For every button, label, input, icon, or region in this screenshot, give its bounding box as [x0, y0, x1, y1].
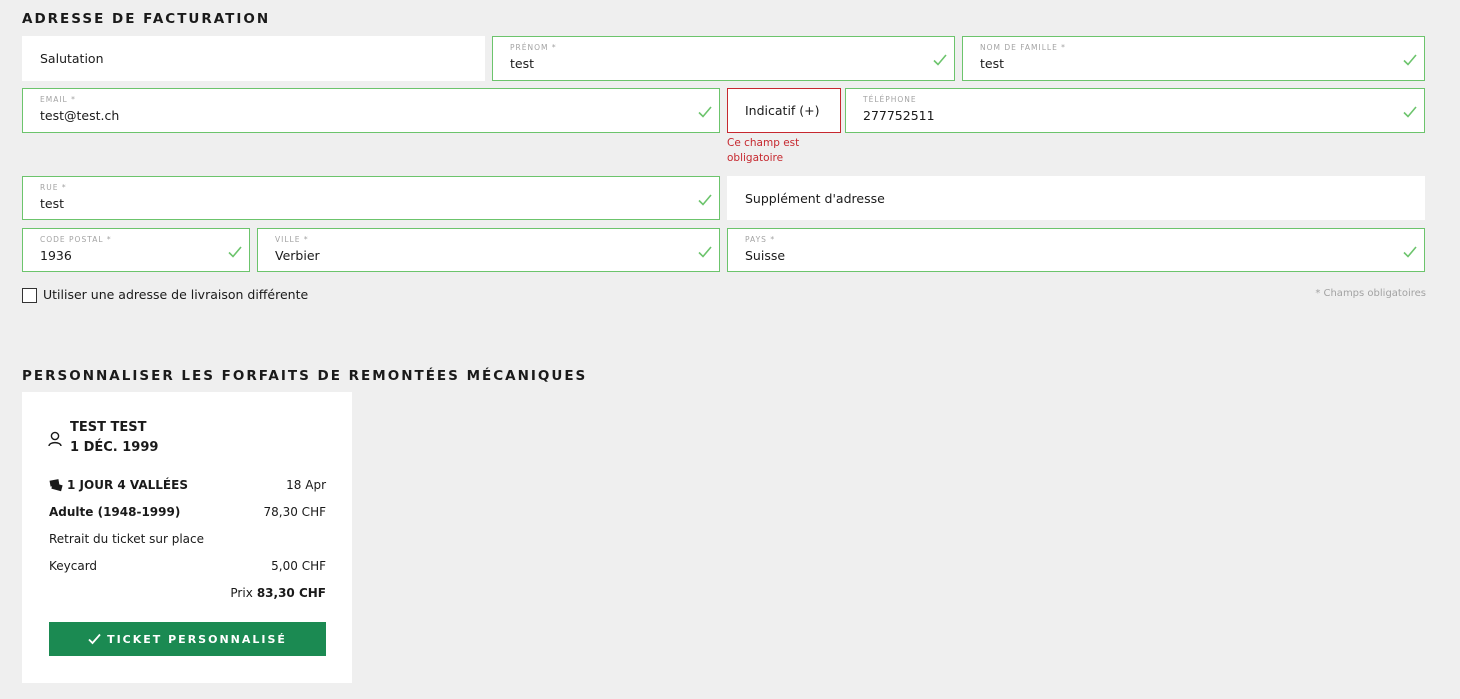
phone-label: TÉLÉPHONE [863, 95, 917, 104]
check-icon [1403, 106, 1417, 118]
dial-code-error: Ce champ est obligatoire [727, 137, 800, 164]
postal-code-field[interactable]: CODE POSTAL * 1936 [22, 228, 250, 272]
country-label: PAYS * [745, 235, 776, 244]
different-delivery-checkbox[interactable] [22, 288, 37, 303]
category-label: Adulte (1948-1999) [49, 505, 181, 519]
last-name-value: test [980, 56, 1005, 71]
check-icon [933, 54, 947, 66]
category-row: Adulte (1948-1999) 78,30 CHF [49, 505, 326, 519]
city-label: VILLE * [275, 235, 309, 244]
check-icon [698, 194, 712, 206]
salutation-placeholder: Salutation [40, 51, 104, 66]
required-fields-note: * Champs obligatoires [1315, 288, 1426, 299]
keycard-row: Keycard 5,00 CHF [49, 559, 326, 573]
street-value: test [40, 196, 65, 211]
passes-title: PERSONNALISER LES FORFAITS DE REMONTÉES … [22, 368, 588, 384]
keycard-label: Keycard [49, 559, 98, 573]
check-icon [698, 106, 712, 118]
first-name-label: PRÉNOM * [510, 43, 557, 52]
dial-code-select[interactable]: Indicatif (+) [727, 88, 841, 133]
street-field[interactable]: RUE * test [22, 176, 720, 220]
total-row: Prix 83,30 CHF [49, 586, 326, 600]
category-price: 78,30 CHF [263, 505, 326, 519]
city-value: Verbier [275, 248, 320, 263]
user-icon [48, 431, 62, 447]
first-name-field[interactable]: PRÉNOM * test [492, 36, 955, 81]
email-field[interactable]: EMAIL * test@test.ch [22, 88, 720, 133]
personalized-ticket-button[interactable]: TICKET PERSONNALISÉ [49, 622, 326, 656]
email-value: test@test.ch [40, 108, 120, 123]
product-name: 1 JOUR 4 VALLÉES [67, 478, 188, 492]
phone-field[interactable]: TÉLÉPHONE 277752511 [845, 88, 1425, 133]
postal-code-value: 1936 [40, 248, 72, 263]
birth-date: 1 DÉC. 1999 [70, 440, 159, 455]
total-value: 83,30 CHF [256, 586, 326, 600]
country-value: Suisse [745, 248, 786, 263]
first-name-value: test [510, 56, 535, 71]
product-date: 18 Apr [286, 478, 326, 492]
product-row: 1 JOUR 4 VALLÉES 18 Apr [49, 478, 326, 492]
total-label: Prix [230, 586, 253, 600]
dial-code-placeholder: Indicatif (+) [745, 103, 820, 118]
phone-value: 277752511 [863, 108, 935, 123]
person-name: TEST TEST [70, 420, 147, 435]
last-name-label: NOM DE FAMILLE * [980, 43, 1066, 52]
billing-title: ADRESSE DE FACTURATION [22, 11, 271, 27]
different-delivery-label[interactable]: Utiliser une adresse de livraison différ… [43, 287, 308, 302]
address-supplement-placeholder: Supplément d'adresse [745, 190, 885, 206]
check-icon [1403, 246, 1417, 258]
email-label: EMAIL * [40, 95, 76, 104]
pass-card: TEST TEST 1 DÉC. 1999 1 JOUR 4 VALLÉES 1… [22, 392, 352, 683]
check-icon [698, 246, 712, 258]
city-field[interactable]: VILLE * Verbier [257, 228, 720, 272]
salutation-select[interactable]: Salutation [22, 36, 485, 81]
address-supplement-field[interactable]: Supplément d'adresse [727, 176, 1425, 220]
personalized-ticket-label: TICKET PERSONNALISÉ [107, 632, 287, 646]
ticket-icon [49, 478, 63, 491]
pickup-label: Retrait du ticket sur place [49, 532, 205, 546]
keycard-price: 5,00 CHF [271, 559, 326, 573]
country-select[interactable]: PAYS * Suisse [727, 228, 1425, 272]
postal-code-label: CODE POSTAL * [40, 235, 112, 244]
check-icon [228, 246, 242, 258]
pickup-row: Retrait du ticket sur place [49, 532, 326, 546]
street-label: RUE * [40, 183, 67, 192]
last-name-field[interactable]: NOM DE FAMILLE * test [962, 36, 1425, 81]
check-icon [1403, 54, 1417, 66]
check-icon [88, 633, 101, 645]
